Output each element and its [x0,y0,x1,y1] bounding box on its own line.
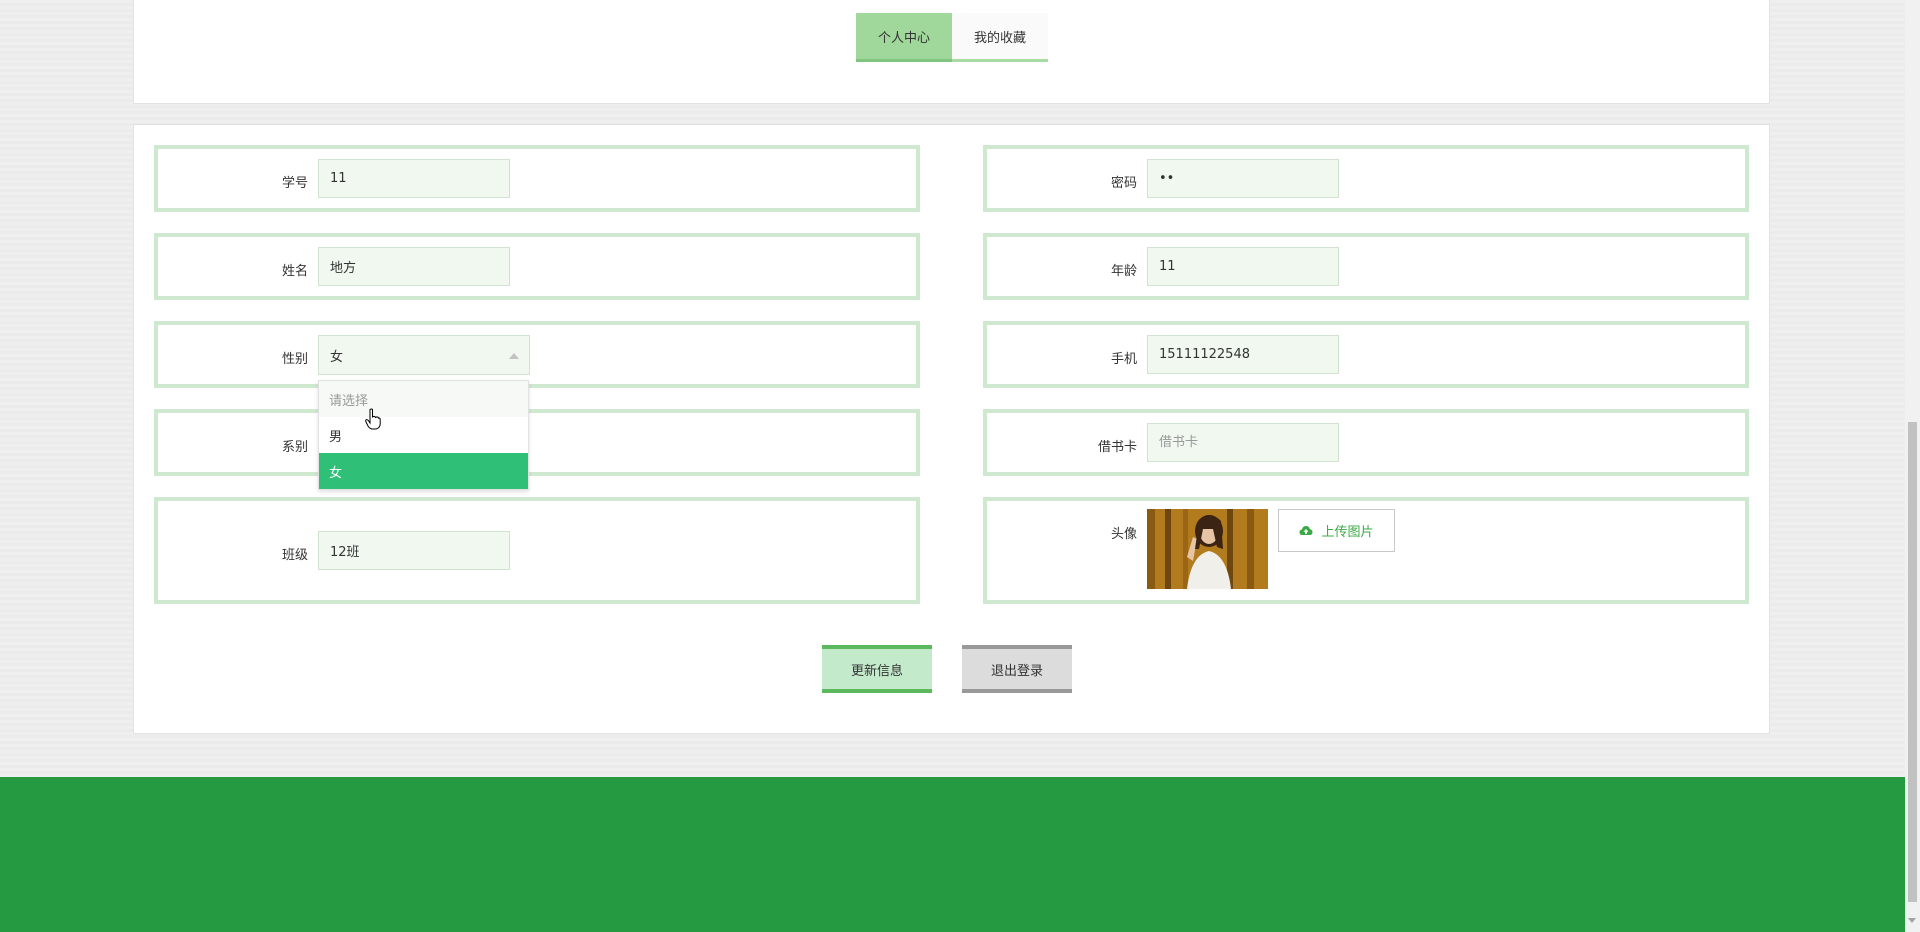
avatar-label: 头像 [1110,527,1137,542]
logout-button-label: 退出登录 [990,663,1043,679]
library-card-label: 借书卡 [1097,440,1137,455]
phone-row: 手机 [983,321,1749,388]
scroll-down-arrow-icon[interactable] [1908,918,1916,923]
dropdown-option-male[interactable]: 男 [319,417,528,453]
gender-row: 性别 女 [154,321,920,388]
department-label: 系别 [281,440,308,455]
name-label: 姓名 [281,264,308,279]
department-row: 系别 [154,409,920,476]
tab-my-favorites[interactable]: 我的收藏 [952,13,1048,62]
library-card-row: 借书卡 [983,409,1749,476]
age-row: 年龄 [983,233,1749,300]
tab-label: 我的收藏 [973,30,1026,46]
class-label: 班级 [281,548,308,563]
option-label: 男 [329,429,343,445]
caret-up-icon [509,353,519,359]
age-input[interactable] [1147,247,1339,286]
update-button-label: 更新信息 [850,663,903,679]
password-input[interactable] [1147,159,1339,198]
phone-input[interactable] [1147,335,1339,374]
gender-label: 性别 [281,352,308,367]
hand-pointer-icon [365,408,381,430]
name-input[interactable] [318,247,510,286]
password-row: 密码 [983,145,1749,212]
student-id-input[interactable] [318,159,510,198]
gender-select[interactable]: 女 [318,335,530,375]
student-id-label: 学号 [281,176,308,191]
name-row: 姓名 [154,233,920,300]
gender-selected-value: 女 [330,349,344,365]
avatar-image [1147,509,1268,589]
tab-panel: 个人中心 我的收藏 [133,0,1770,104]
password-label: 密码 [1110,176,1137,191]
upload-button-label: 上传图片 [1321,525,1374,540]
tab-personal-center[interactable]: 个人中心 [856,13,952,62]
page-footer [0,777,1905,932]
student-id-row: 学号 [154,145,920,212]
option-label: 请选择 [329,393,369,409]
class-input[interactable] [318,531,510,570]
upload-image-button[interactable]: 上传图片 [1278,509,1395,552]
vertical-scrollbar[interactable] [1905,0,1920,932]
dropdown-option-placeholder[interactable]: 请选择 [319,381,528,417]
option-label: 女 [329,465,343,481]
update-info-button[interactable]: 更新信息 [822,645,932,693]
logout-button[interactable]: 退出登录 [962,645,1072,693]
gender-dropdown: 请选择 男 女 [318,380,529,490]
library-card-input[interactable] [1147,423,1339,462]
avatar-row: 头像 上传图片 [983,497,1749,604]
tab-label: 个人中心 [877,30,930,46]
cloud-upload-icon [1299,525,1313,535]
class-row: 班级 [154,497,920,604]
dropdown-option-female[interactable]: 女 [319,453,528,489]
scrollbar-thumb[interactable] [1908,422,1917,902]
phone-label: 手机 [1110,352,1137,367]
age-label: 年龄 [1110,264,1137,279]
